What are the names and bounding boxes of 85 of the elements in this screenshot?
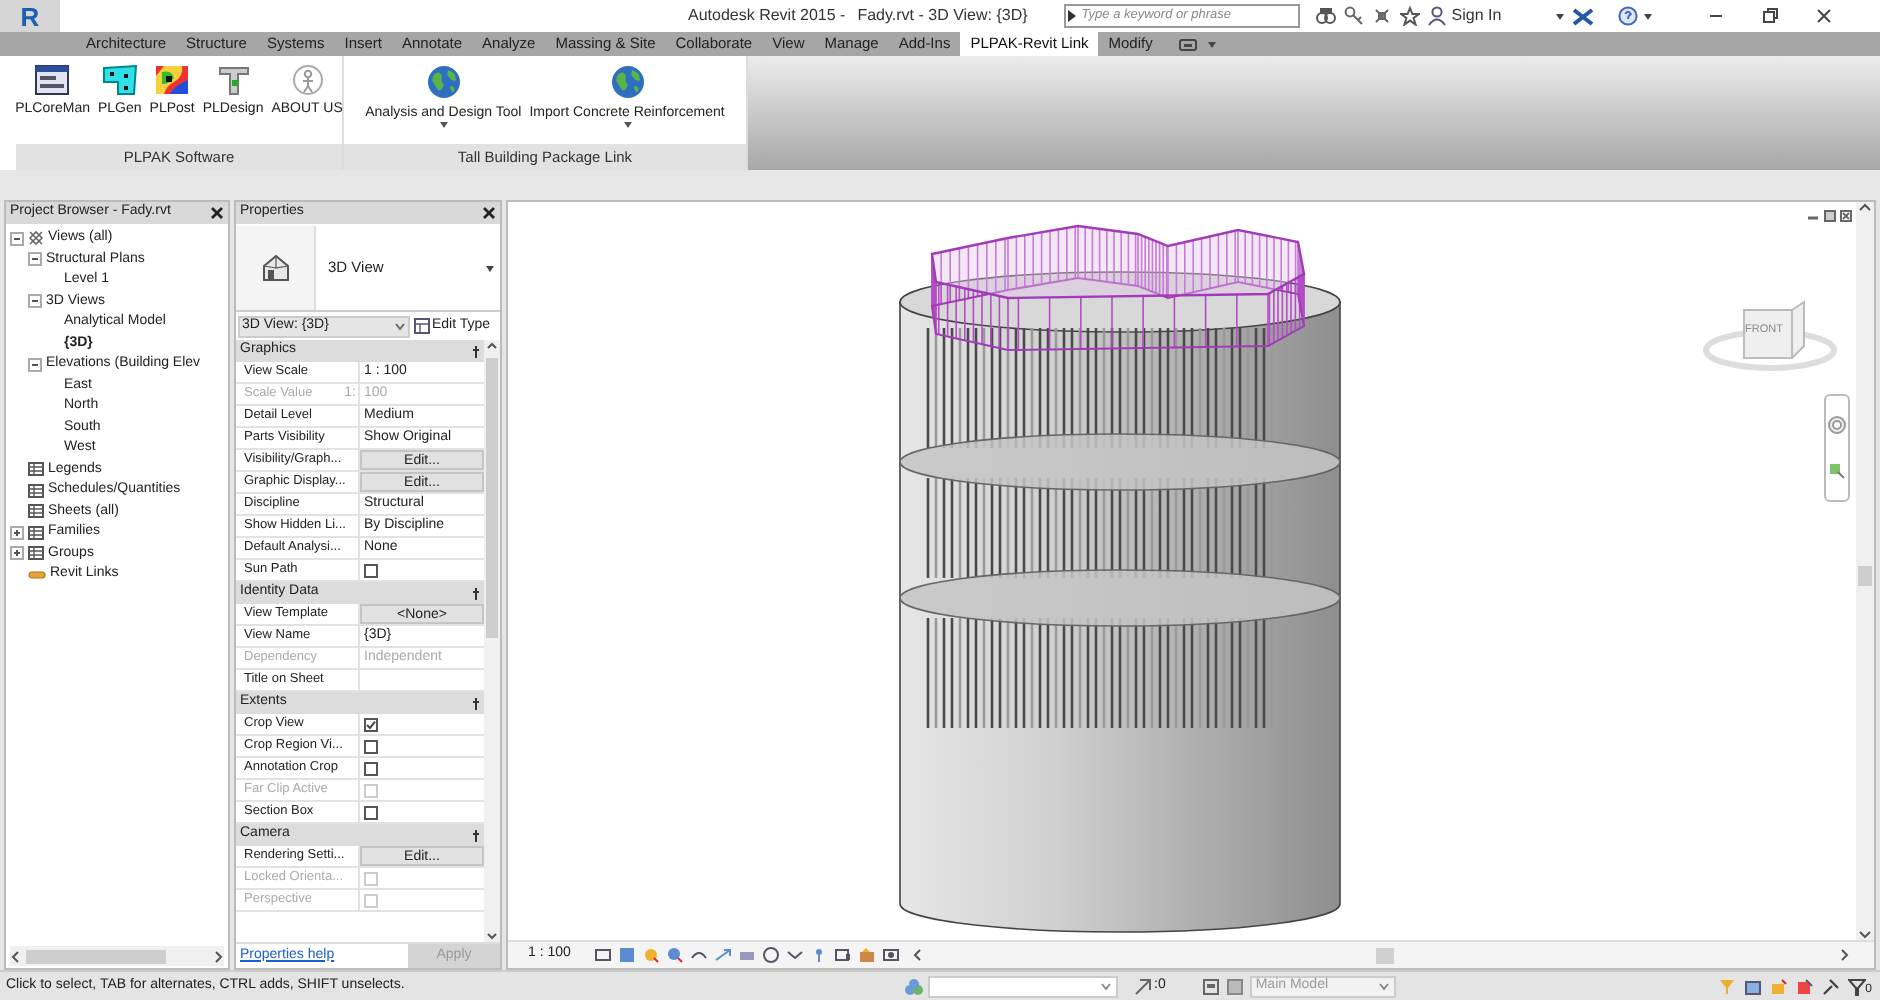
scroll-down-icon[interactable] xyxy=(486,930,498,942)
view-control-icon[interactable] xyxy=(642,946,661,964)
close-icon[interactable] xyxy=(1840,210,1852,222)
view-control-icon[interactable] xyxy=(666,946,685,964)
scroll-up-icon[interactable] xyxy=(1858,202,1872,214)
app-title: Autodesk Revit 2015 - xyxy=(688,4,846,28)
globe-icon xyxy=(425,64,462,100)
sign-in-button[interactable]: Sign In xyxy=(1427,4,1502,28)
caret-icon[interactable] xyxy=(623,122,632,128)
scrollbar-thumb[interactable] xyxy=(1376,947,1395,963)
caret-icon[interactable] xyxy=(1206,38,1219,50)
table-icon xyxy=(414,318,430,334)
pin-icon[interactable] xyxy=(472,829,480,841)
view-control-icon[interactable] xyxy=(834,946,853,964)
close-icon[interactable] xyxy=(1813,6,1834,26)
minimize-icon[interactable] xyxy=(1806,211,1820,221)
caret-icon xyxy=(1377,981,1390,991)
person-icon xyxy=(289,64,326,96)
pin-icon[interactable] xyxy=(472,587,480,599)
close-icon[interactable] xyxy=(210,206,224,220)
binoculars-icon[interactable] xyxy=(1315,6,1336,26)
table-icon xyxy=(28,483,44,498)
close-icon[interactable] xyxy=(482,206,496,220)
person-icon xyxy=(1427,6,1446,26)
dialog-icon xyxy=(34,64,71,96)
table-icon xyxy=(28,525,44,540)
collapse-icon[interactable] xyxy=(28,252,42,267)
exchange-icon[interactable] xyxy=(1571,7,1594,25)
editable-only-icon[interactable] xyxy=(1201,977,1220,995)
collapse-icon[interactable] xyxy=(28,294,42,309)
scroll-left-icon[interactable] xyxy=(10,949,22,963)
checkbox[interactable] xyxy=(364,563,378,577)
link-icon xyxy=(28,569,46,580)
scrollbar-thumb[interactable] xyxy=(26,949,166,963)
checkbox[interactable] xyxy=(364,805,378,819)
scroll-right-icon[interactable] xyxy=(1838,948,1850,962)
plate-icon xyxy=(101,64,138,96)
pin-icon[interactable] xyxy=(472,345,480,357)
selection-icon[interactable] xyxy=(1134,977,1152,995)
scroll-down-icon[interactable] xyxy=(1858,928,1872,940)
table-icon xyxy=(28,546,44,561)
zoom-icon[interactable] xyxy=(1828,462,1846,480)
drag-icon[interactable] xyxy=(1821,977,1840,995)
globe-icon xyxy=(609,64,646,100)
scroll-left-icon[interactable] xyxy=(912,948,925,962)
app-menu-button[interactable]: R xyxy=(0,0,60,32)
checkbox[interactable] xyxy=(364,717,378,731)
caret-icon[interactable] xyxy=(484,261,496,273)
house-icon xyxy=(259,251,291,283)
checkbox[interactable] xyxy=(364,739,378,753)
caret-icon[interactable] xyxy=(1553,10,1566,22)
restore-icon[interactable] xyxy=(1759,6,1780,26)
caret-icon[interactable] xyxy=(1641,10,1654,22)
view-control-icon[interactable] xyxy=(714,946,733,964)
expand-icon[interactable] xyxy=(10,525,24,540)
view-control-icon[interactable] xyxy=(882,946,901,964)
caret-icon[interactable] xyxy=(439,122,448,128)
table-icon xyxy=(28,462,44,477)
checkbox[interactable] xyxy=(364,761,378,775)
views-icon xyxy=(28,230,44,247)
select-pinned-icon[interactable] xyxy=(1769,977,1788,995)
select-by-face-icon[interactable] xyxy=(1795,977,1814,995)
scrollbar-thumb[interactable] xyxy=(486,358,498,638)
contour-map-icon xyxy=(154,64,191,96)
filter-icon[interactable] xyxy=(1847,977,1866,995)
collapse-icon[interactable] xyxy=(28,357,42,372)
scroll-up-icon[interactable] xyxy=(486,340,498,352)
caret-icon xyxy=(1100,981,1112,991)
expand-icon[interactable] xyxy=(1065,8,1078,24)
column-icon xyxy=(215,64,252,96)
scroll-right-icon[interactable] xyxy=(212,949,224,963)
file-title: Fady.rvt - 3D View: {3D} xyxy=(857,4,1028,28)
collapse-icon[interactable] xyxy=(10,231,24,246)
caret-icon xyxy=(394,321,406,331)
table-icon xyxy=(28,504,44,519)
steering-wheel-icon[interactable] xyxy=(1828,416,1846,434)
design-options-icon[interactable] xyxy=(1225,977,1244,995)
key-icon[interactable] xyxy=(1343,6,1364,26)
pin-icon[interactable] xyxy=(472,697,480,709)
view-control-icon[interactable] xyxy=(690,946,709,964)
expand-icon[interactable] xyxy=(10,546,24,561)
help-icon[interactable] xyxy=(1617,6,1638,26)
select-underlay-icon[interactable] xyxy=(1743,977,1762,995)
star-icon[interactable] xyxy=(1399,6,1420,26)
scrollbar-thumb[interactable] xyxy=(1858,566,1872,586)
